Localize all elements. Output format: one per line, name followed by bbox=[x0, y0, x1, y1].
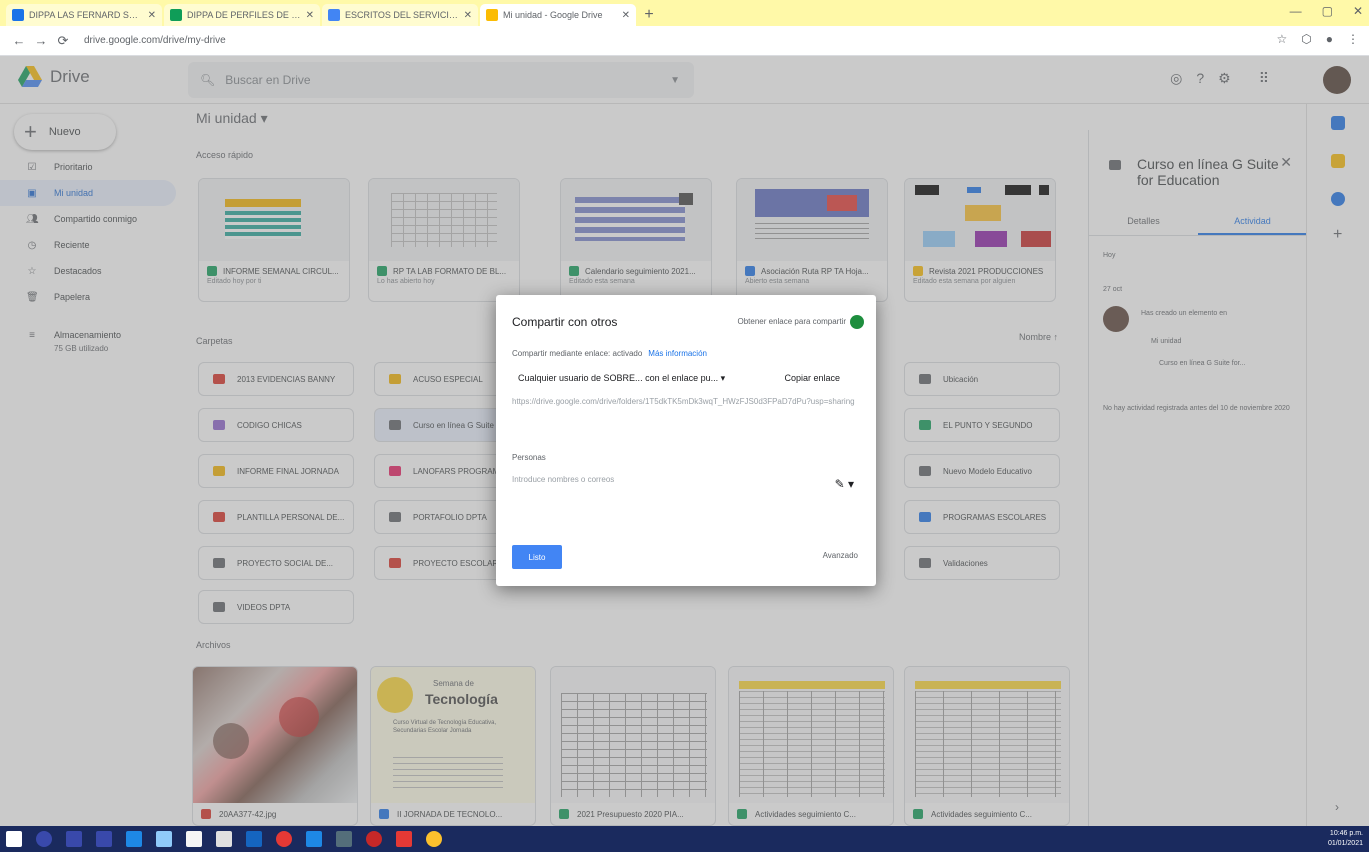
mail-icon[interactable] bbox=[156, 831, 172, 847]
bookmark-icon[interactable]: ☆ bbox=[1277, 32, 1288, 46]
browser-tab[interactable]: DIPPA LAS FERNARD SN FDOT ✕ bbox=[6, 4, 162, 26]
start-icon[interactable] bbox=[6, 831, 22, 847]
tab-close-icon[interactable]: ✕ bbox=[148, 10, 156, 21]
tab-close-icon[interactable]: ✕ bbox=[622, 10, 630, 21]
widgets-icon[interactable] bbox=[96, 831, 112, 847]
forward-icon[interactable]: → bbox=[30, 33, 52, 48]
link-sharing-on-icon[interactable] bbox=[850, 315, 864, 329]
url-field[interactable]: drive.google.com/drive/my-drive bbox=[84, 35, 226, 46]
outlook-icon[interactable] bbox=[306, 831, 322, 847]
extension-icon[interactable]: ⬡ bbox=[1301, 32, 1311, 46]
task-view-icon[interactable] bbox=[66, 831, 82, 847]
share-link-field[interactable]: https://drive.google.com/drive/folders/1… bbox=[512, 397, 860, 406]
new-tab-button[interactable]: + bbox=[638, 4, 660, 26]
edit-permission-icon[interactable]: ✎ ▾ bbox=[835, 477, 854, 491]
done-button[interactable]: Listo bbox=[512, 545, 562, 569]
drive-favicon bbox=[486, 9, 498, 21]
tab-title: ESCRITOS DEL SERVICIOS AL bbox=[345, 10, 460, 20]
pinned-app-icon[interactable] bbox=[426, 831, 442, 847]
pinned-app-icon[interactable] bbox=[336, 831, 352, 847]
people-label: Personas bbox=[512, 453, 546, 462]
profile-icon[interactable]: ● bbox=[1326, 32, 1333, 46]
copy-link-button[interactable]: Copiar enlace bbox=[784, 373, 840, 383]
get-share-link-label[interactable]: Obtener enlace para compartir bbox=[738, 317, 847, 326]
chrome-icon[interactable] bbox=[276, 831, 292, 847]
word-icon[interactable] bbox=[246, 831, 262, 847]
pinned-app-icon[interactable] bbox=[396, 831, 412, 847]
browser-menu-icon[interactable]: ⋮ bbox=[1347, 32, 1359, 46]
explorer-icon[interactable] bbox=[216, 831, 232, 847]
tab-close-icon[interactable]: ✕ bbox=[306, 10, 314, 21]
maximize-icon[interactable]: ▢ bbox=[1322, 4, 1333, 18]
browser-tab-strip: DIPPA LAS FERNARD SN FDOT ✕ DIPPA DE PERF… bbox=[0, 0, 1369, 26]
pinned-app-icon[interactable] bbox=[366, 831, 382, 847]
tab-title: DIPPA DE PERFILES DE RISP bbox=[187, 10, 302, 20]
back-icon[interactable]: ← bbox=[8, 33, 30, 48]
search-taskbar-icon[interactable] bbox=[36, 831, 52, 847]
link-sharing-status: Compartir mediante enlace: activado Más i… bbox=[512, 349, 707, 358]
browser-tab[interactable]: DIPPA DE PERFILES DE RISP ✕ bbox=[164, 4, 320, 26]
taskbar: 10:46 p.m. 01/01/2021 bbox=[0, 826, 1369, 852]
browser-extensions: ☆ ⬡ ● ⋮ bbox=[1277, 32, 1360, 46]
system-clock[interactable]: 10:46 p.m. 01/01/2021 bbox=[1328, 829, 1363, 849]
link-access-dropdown[interactable]: Cualquier usuario de SOBRE... con el enl… bbox=[518, 373, 725, 384]
store-icon[interactable] bbox=[186, 831, 202, 847]
tab-title: DIPPA LAS FERNARD SN FDOT bbox=[29, 10, 144, 20]
edge-icon[interactable] bbox=[126, 831, 142, 847]
people-input[interactable]: Introduce nombres o correos bbox=[512, 475, 812, 490]
minimize-icon[interactable]: — bbox=[1290, 4, 1302, 18]
tab-title: Mi unidad - Google Drive bbox=[503, 10, 603, 20]
advanced-link[interactable]: Avanzado bbox=[823, 551, 858, 560]
window-controls: — ▢ ✕ bbox=[1290, 4, 1363, 18]
tab-favicon bbox=[12, 9, 24, 21]
tab-favicon bbox=[170, 9, 182, 21]
dialog-title: Compartir con otros bbox=[512, 315, 618, 329]
address-bar: ← → ⟳ drive.google.com/drive/my-drive ☆ … bbox=[0, 26, 1369, 56]
tab-close-icon[interactable]: ✕ bbox=[464, 10, 472, 21]
share-dialog: Compartir con otros Obtener enlace para … bbox=[496, 295, 876, 586]
browser-tab-active[interactable]: Mi unidad - Google Drive ✕ bbox=[480, 4, 636, 26]
close-window-icon[interactable]: ✕ bbox=[1353, 4, 1363, 18]
reload-icon[interactable]: ⟳ bbox=[52, 33, 74, 49]
browser-tab[interactable]: ESCRITOS DEL SERVICIOS AL ✕ bbox=[322, 4, 478, 26]
more-info-link[interactable]: Más información bbox=[648, 349, 707, 358]
tab-favicon bbox=[328, 9, 340, 21]
